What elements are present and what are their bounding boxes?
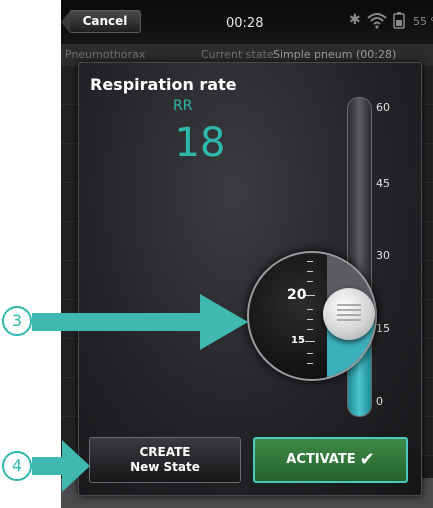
callout-number: 3	[2, 306, 32, 336]
knob-grip	[337, 304, 361, 324]
magnifier-tick	[305, 295, 315, 296]
parameter-abbreviation: RR	[173, 98, 193, 114]
activate-button-label: ACTIVATE	[286, 452, 356, 467]
magnifier-label-upper: 20	[287, 287, 307, 303]
create-button-line1: CREATE	[139, 445, 191, 459]
battery-icon	[393, 12, 405, 29]
slider-knob[interactable]	[323, 288, 375, 340]
create-button-line2: New State	[130, 460, 200, 474]
slider-tick-label: 45	[376, 177, 390, 190]
parameter-title: Respiration rate	[90, 75, 237, 94]
magnifier-tick	[307, 329, 313, 330]
create-new-state-button[interactable]: CREATE New State	[89, 437, 241, 483]
battery-percent: 55 %	[413, 15, 433, 28]
check-icon: ✔	[359, 449, 375, 470]
magnifier-tick	[307, 363, 313, 364]
callout-number: 4	[2, 451, 32, 481]
magnifier-tick	[307, 271, 313, 272]
magnifier-tick	[307, 261, 313, 262]
bluetooth-icon: ✱	[349, 12, 361, 28]
slider-tick-label: 0	[376, 395, 383, 408]
slider-tick-label: 15	[376, 322, 390, 335]
magnifier-tick	[307, 353, 313, 354]
magnifier-tick	[307, 309, 313, 310]
status-bar: Cancel 00:28 ✱ 55 %	[61, 0, 433, 44]
wifi-icon	[367, 13, 387, 29]
slider-tick-label: 60	[376, 101, 390, 114]
cancel-button[interactable]: Cancel	[61, 10, 141, 33]
magnifier-tick	[305, 341, 315, 342]
clock: 00:28	[226, 16, 264, 31]
magnifier-tick	[307, 319, 313, 320]
slider-tick-label: 30	[376, 249, 390, 262]
magnifier-label-lower: 15	[291, 335, 305, 346]
callout-arrow-right-icon	[32, 440, 90, 492]
callout-arrow-right-icon	[32, 294, 248, 350]
magnifier-tick	[307, 281, 313, 282]
parameter-value: 18	[174, 120, 226, 166]
activate-button[interactable]: ACTIVATE ✔	[253, 437, 408, 483]
